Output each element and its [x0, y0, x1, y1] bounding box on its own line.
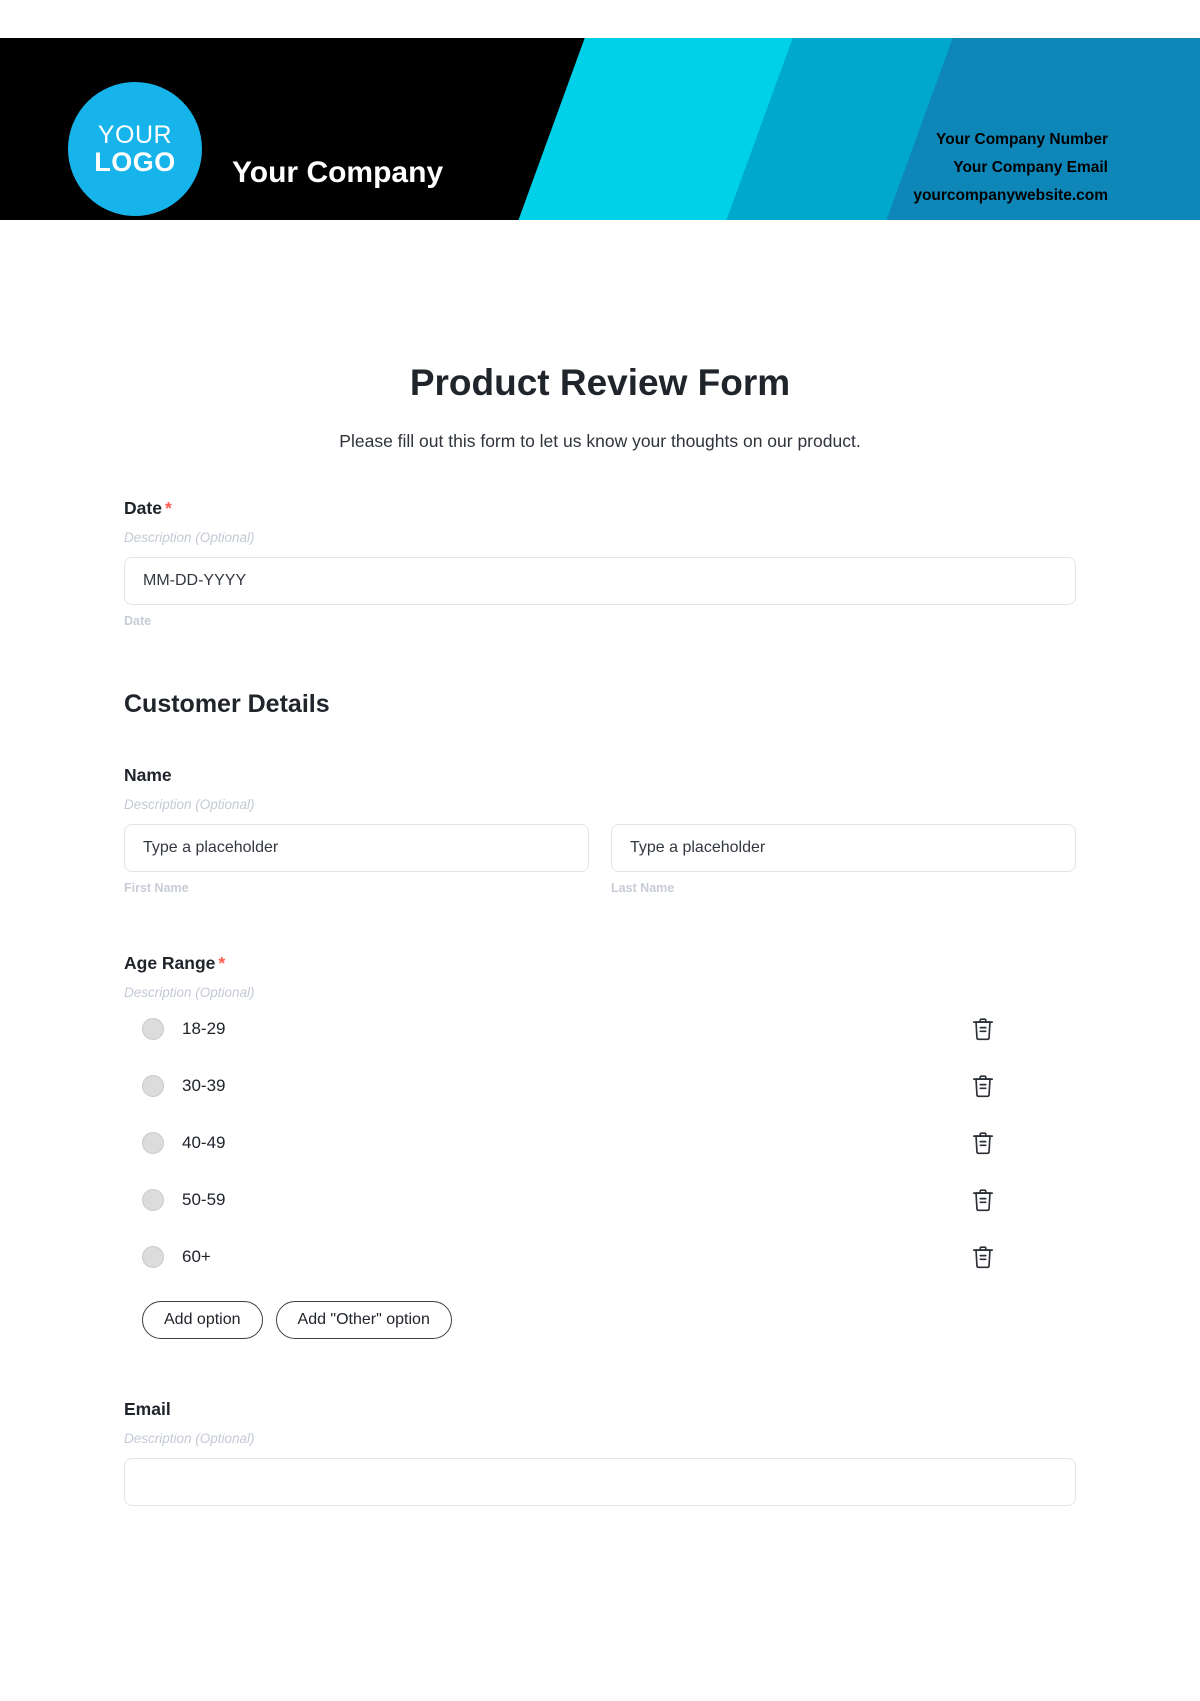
field-name-label: Name	[124, 765, 172, 785]
trash-icon[interactable]	[972, 1188, 994, 1212]
field-date-label-text: Date	[124, 498, 162, 518]
page-title: Product Review Form	[409, 362, 791, 403]
radio-button-icon[interactable]	[142, 1017, 164, 1040]
contact-email: Your Company Email	[953, 159, 1108, 176]
field-age-range: Age Range * Description (Optional) 18-29 3…	[124, 953, 1076, 1339]
option-action-row: Add option Add "Other" option	[124, 1301, 1076, 1339]
add-other-option-button[interactable]: Add "Other" option	[275, 1301, 452, 1339]
field-name: Name Description (Optional) Type a place…	[124, 765, 1076, 895]
field-email-label: Email	[124, 1399, 171, 1419]
form-body: Product Review Form Please fill out this…	[0, 362, 1200, 1506]
field-date-label: Date *	[124, 498, 1076, 519]
radio-button-icon[interactable]	[142, 1245, 164, 1268]
date-input[interactable]: MM-DD-YYYY	[124, 557, 1076, 605]
option-label: 50-59	[182, 1189, 226, 1209]
radio-button-icon[interactable]	[142, 1074, 164, 1097]
first-name-group: Type a placeholder First Name	[124, 824, 589, 895]
age-range-option-row[interactable]: 18-29	[124, 1000, 1076, 1057]
company-logo: YOUR LOGO	[68, 82, 202, 216]
option-label: 30-39	[182, 1075, 226, 1095]
radio-button-icon[interactable]	[142, 1188, 164, 1211]
field-age-range-label-text: Age Range	[124, 953, 216, 973]
name-inputs-row: Type a placeholder First Name Type a pla…	[124, 824, 1076, 895]
required-asterisk: *	[164, 498, 172, 518]
add-option-button[interactable]: Add option	[142, 1301, 263, 1339]
contact-number: Your Company Number	[936, 131, 1108, 148]
first-name-input[interactable]: Type a placeholder	[124, 824, 589, 872]
email-input[interactable]	[124, 1458, 1076, 1506]
field-age-range-description: Description (Optional)	[124, 985, 255, 1000]
age-range-option-list: 18-29 30-39 40-49 50-59 60+	[124, 1000, 1076, 1285]
field-email: Email Description (Optional)	[124, 1399, 1076, 1506]
date-input-placeholder: MM-DD-YYYY	[143, 572, 247, 589]
page-header: YOUR LOGO Your Company Your Company Numb…	[0, 38, 1200, 220]
age-range-option-row[interactable]: 40-49	[124, 1114, 1076, 1171]
age-range-option-row[interactable]: 50-59	[124, 1171, 1076, 1228]
field-age-range-label: Age Range *	[124, 953, 1076, 974]
trash-icon[interactable]	[972, 1074, 994, 1098]
company-contact-info: Your Company Number Your Company Email y…	[913, 126, 1108, 210]
option-label: 40-49	[182, 1132, 226, 1152]
page-subtitle: Please fill out this form to let us know…	[339, 431, 861, 451]
last-name-sub-label: Last Name	[611, 881, 675, 895]
field-name-description: Description (Optional)	[124, 797, 255, 812]
trash-icon[interactable]	[972, 1131, 994, 1155]
radio-button-icon[interactable]	[142, 1131, 164, 1154]
field-date-description: Description (Optional)	[124, 530, 255, 545]
last-name-input[interactable]: Type a placeholder	[611, 824, 1076, 872]
age-range-option-row[interactable]: 60+	[124, 1228, 1076, 1285]
trash-icon[interactable]	[972, 1245, 994, 1269]
required-asterisk: *	[218, 953, 226, 973]
first-name-sub-label: First Name	[124, 881, 189, 895]
logo-line-2: LOGO	[94, 146, 176, 177]
last-name-group: Type a placeholder Last Name	[611, 824, 1076, 895]
field-email-description: Description (Optional)	[124, 1431, 255, 1446]
trash-icon[interactable]	[972, 1017, 994, 1041]
option-label: 18-29	[182, 1018, 226, 1038]
section-heading-customer-details: Customer Details	[124, 690, 330, 718]
logo-line-1: YOUR	[97, 120, 173, 149]
age-range-option-row[interactable]: 30-39	[124, 1057, 1076, 1114]
first-name-placeholder: Type a placeholder	[143, 839, 279, 856]
date-sub-label: Date	[124, 614, 152, 628]
last-name-placeholder: Type a placeholder	[630, 839, 766, 856]
field-date: Date * Description (Optional) MM-DD-YYYY …	[124, 498, 1076, 628]
option-label: 60+	[182, 1246, 211, 1266]
contact-website: yourcompanywebsite.com	[913, 187, 1108, 204]
company-name: Your Company	[232, 156, 444, 189]
